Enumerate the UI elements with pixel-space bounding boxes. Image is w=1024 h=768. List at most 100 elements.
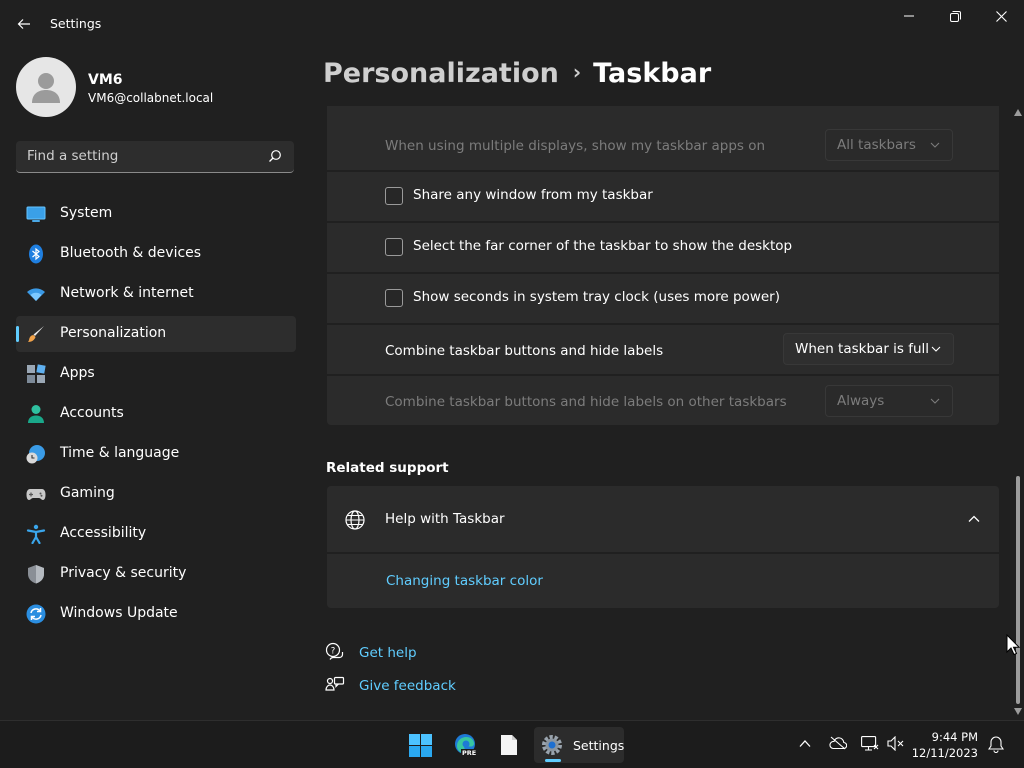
svg-text:?: ? [331, 646, 336, 656]
bluetooth-icon [29, 244, 43, 264]
taskbar: PRE Settings 9:44 PM 12/11/2023 [0, 720, 1024, 768]
show-hidden-icons-chevron-icon[interactable] [799, 739, 811, 748]
update-icon [26, 604, 46, 624]
sidebar-item-personalization[interactable]: Personalization [16, 316, 296, 352]
sidebar-item-time-language[interactable]: Time & language [16, 436, 296, 472]
globe-clock-icon [26, 445, 45, 464]
help-links-panel: Changing taskbar color [327, 554, 999, 608]
clock-time: 9:44 PM [931, 730, 978, 744]
sidebar-item-label: Personalization [60, 325, 167, 341]
far-corner-label: Select the far corner of the taskbar to … [413, 238, 793, 254]
accessibility-icon [26, 524, 46, 544]
sidebar-item-gaming[interactable]: Gaming [16, 476, 296, 512]
sidebar-item-label: Time & language [60, 445, 180, 461]
sidebar-item-label: Accessibility [60, 525, 147, 541]
combine-other-label: Combine taskbar buttons and hide labels … [385, 394, 787, 410]
windows-logo-icon [409, 734, 432, 757]
taskbar-settings-button[interactable]: Settings [534, 727, 624, 763]
notification-bell-icon[interactable] [988, 736, 1004, 753]
multi-display-dropdown[interactable]: All taskbars [825, 129, 953, 161]
breadcrumb-separator: › [572, 60, 582, 84]
get-help-icon: ? [325, 642, 344, 660]
scroll-thumb[interactable] [1016, 476, 1020, 704]
sidebar-item-accounts[interactable]: Accounts [16, 396, 296, 432]
person-icon [28, 405, 44, 423]
setting-row-far-corner[interactable]: Select the far corner of the taskbar to … [327, 223, 999, 272]
search-icon[interactable] [268, 149, 282, 163]
back-arrow-icon [17, 19, 30, 29]
app-title: Settings [50, 16, 102, 31]
notepad-button[interactable] [491, 727, 527, 763]
help-with-taskbar-expander[interactable]: Help with Taskbar [327, 486, 999, 552]
page-title: Taskbar [593, 58, 712, 89]
sidebar-item-accessibility[interactable]: Accessibility [16, 516, 296, 552]
search-input[interactable] [16, 141, 256, 171]
restore-button[interactable] [932, 0, 978, 32]
sidebar-item-apps[interactable]: Apps [16, 356, 296, 392]
sidebar-item-bluetooth[interactable]: Bluetooth & devices [16, 236, 296, 272]
sidebar-item-system[interactable]: System [16, 196, 296, 232]
minimize-button[interactable] [886, 0, 932, 32]
combine-dropdown[interactable]: When taskbar is full [783, 333, 954, 365]
share-window-label: Share any window from my taskbar [413, 187, 653, 203]
taskbar-settings-label: Settings [573, 738, 625, 753]
back-button[interactable] [10, 10, 38, 38]
mouse-cursor-icon [1006, 634, 1020, 656]
restore-icon [949, 10, 961, 22]
sidebar-item-label: Bluetooth & devices [60, 245, 202, 261]
chevron-down-icon [930, 398, 940, 404]
related-support-title: Related support [326, 460, 449, 476]
give-feedback-link[interactable]: Give feedback [359, 678, 456, 694]
edge-preview-button[interactable]: PRE [447, 727, 483, 763]
chevron-down-icon [930, 142, 940, 148]
feedback-icon [325, 676, 345, 691]
combine-other-value: Always [837, 393, 885, 409]
get-help-link[interactable]: Get help [359, 645, 417, 661]
sidebar-item-label: Apps [60, 365, 95, 381]
sidebar-item-privacy-security[interactable]: Privacy & security [16, 556, 296, 592]
show-seconds-label: Show seconds in system tray clock (uses … [413, 289, 780, 305]
far-corner-checkbox[interactable] [385, 238, 403, 256]
breadcrumb-parent[interactable]: Personalization [323, 58, 559, 89]
globe-icon [345, 510, 365, 530]
setting-row-combine: Combine taskbar buttons and hide labels … [327, 325, 999, 374]
start-button[interactable] [402, 727, 438, 763]
apps-icon [27, 364, 46, 383]
document-icon [501, 735, 517, 755]
wifi-icon [27, 288, 45, 301]
changing-taskbar-color-link[interactable]: Changing taskbar color [386, 573, 543, 589]
combine-other-dropdown[interactable]: Always [825, 385, 953, 417]
search-box[interactable] [16, 141, 294, 173]
title-bar: Settings [0, 0, 1024, 48]
clock-date: 12/11/2023 [911, 746, 978, 760]
show-seconds-checkbox[interactable] [385, 289, 403, 307]
scroll-up-icon[interactable] [1014, 109, 1022, 116]
sidebar-item-label: Network & internet [60, 285, 194, 301]
user-email: VM6@collabnet.local [88, 91, 214, 105]
multi-display-value: All taskbars [837, 137, 916, 153]
shield-icon [28, 565, 44, 584]
chevron-up-icon[interactable] [968, 514, 980, 524]
chevron-down-icon [931, 346, 941, 352]
close-button[interactable] [978, 0, 1024, 32]
setting-row-show-seconds[interactable]: Show seconds in system tray clock (uses … [327, 274, 999, 323]
active-app-indicator [545, 759, 561, 762]
sidebar-item-windows-update[interactable]: Windows Update [16, 596, 296, 632]
clock[interactable]: 9:44 PM 12/11/2023 [912, 729, 978, 761]
brush-icon [28, 326, 44, 342]
combine-value: When taskbar is full [795, 341, 930, 357]
onedrive-offline-icon[interactable] [829, 736, 847, 750]
setting-row-share-window[interactable]: Share any window from my taskbar [327, 172, 999, 221]
scroll-down-icon[interactable] [1014, 708, 1022, 715]
volume-muted-icon[interactable] [887, 736, 905, 751]
share-window-checkbox[interactable] [385, 187, 403, 205]
sidebar-item-network[interactable]: Network & internet [16, 276, 296, 312]
network-display-icon[interactable] [861, 736, 879, 751]
breadcrumb: Personalization › Taskbar [323, 58, 711, 89]
avatar[interactable] [16, 57, 76, 117]
system-icon [26, 206, 46, 222]
selection-indicator [16, 326, 19, 342]
user-name: VM6 [88, 72, 123, 88]
close-icon [995, 10, 1007, 22]
setting-row-multi-display: When using multiple displays, show my ta… [327, 106, 999, 170]
